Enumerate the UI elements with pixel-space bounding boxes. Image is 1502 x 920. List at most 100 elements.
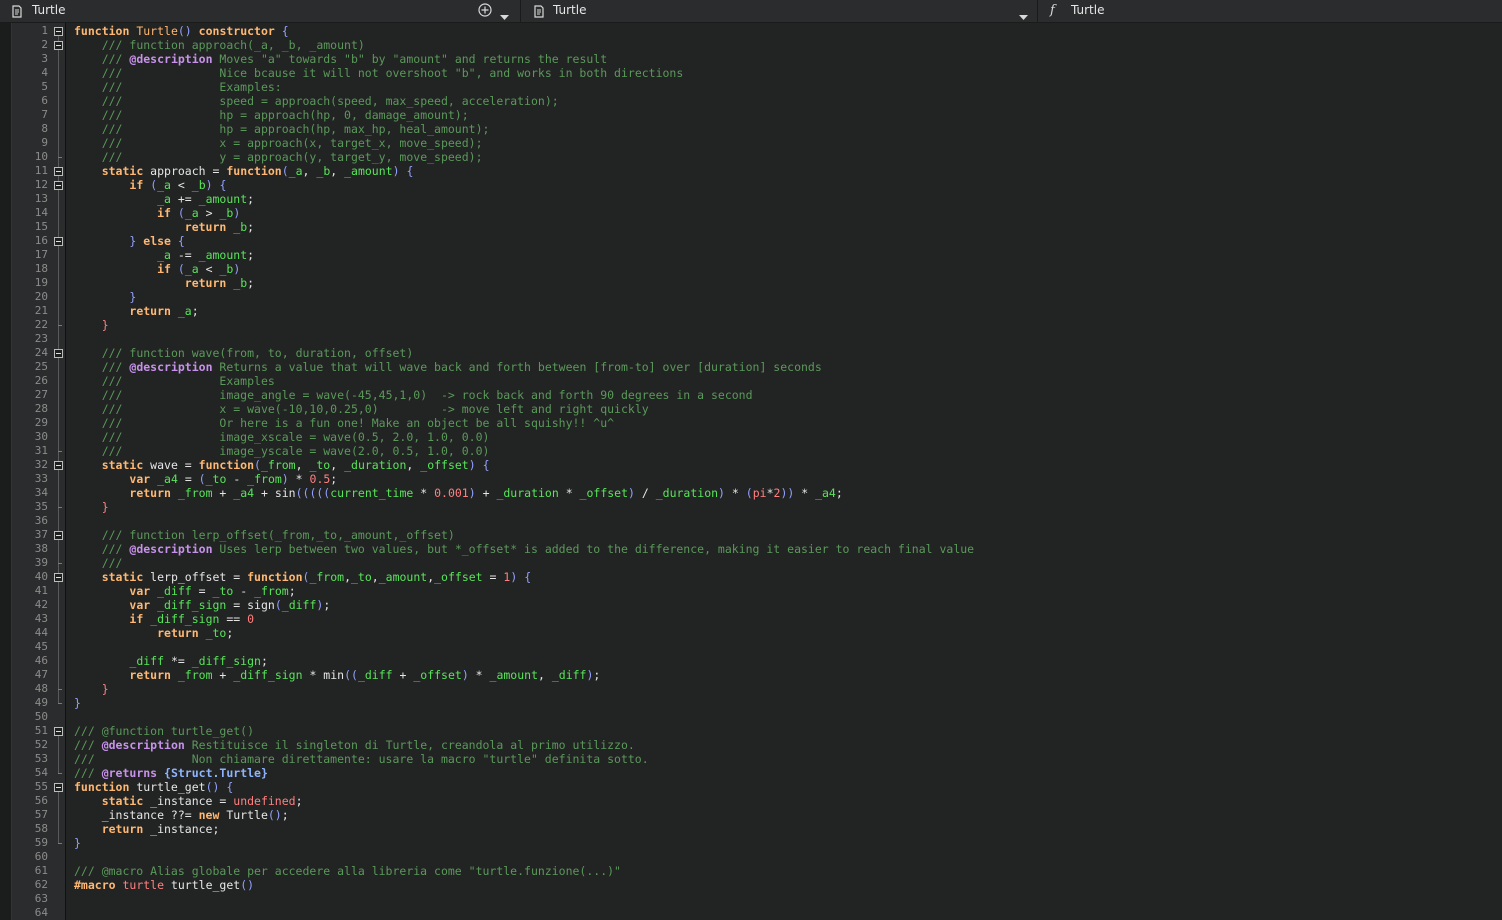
fold-toggle-icon[interactable]	[54, 727, 63, 736]
line-number: 9	[41, 136, 48, 149]
code-line[interactable]: /// function wave(from, to, duration, of…	[74, 346, 1502, 360]
code-line[interactable]: /// x = approach(x, target_x, move_speed…	[74, 136, 1502, 150]
fold-range-line	[58, 49, 59, 157]
fold-toggle-icon[interactable]	[54, 349, 63, 358]
code-line[interactable]: }	[74, 290, 1502, 304]
fold-toggle-icon[interactable]	[54, 237, 63, 246]
code-line[interactable]	[74, 514, 1502, 528]
line-number: 28	[34, 402, 48, 415]
code-line[interactable]: /// y = approach(y, target_y, move_speed…	[74, 150, 1502, 164]
code-line[interactable]: function turtle_get() {	[74, 780, 1502, 794]
line-number: 45	[34, 640, 48, 653]
fold-end-marker	[58, 689, 62, 690]
code-line[interactable]	[74, 710, 1502, 724]
code-line[interactable]: /// image_yscale = wave(2.0, 0.5, 1.0, 0…	[74, 444, 1502, 458]
code-line[interactable]: return _to;	[74, 626, 1502, 640]
code-line[interactable]: /// @description Moves "a" towards "b" b…	[74, 52, 1502, 66]
code-line[interactable]: /// @returns {Struct.Turtle}	[74, 766, 1502, 780]
function-label: Turtle	[1071, 3, 1105, 17]
code-text[interactable]: function Turtle() constructor { /// func…	[74, 24, 1502, 920]
code-line[interactable]: ///	[74, 556, 1502, 570]
code-line[interactable]: return _from + _a4 + sin(((((current_tim…	[74, 486, 1502, 500]
code-line[interactable]: static wave = function(_from, _to, _dura…	[74, 458, 1502, 472]
code-line[interactable]: if _diff_sign == 0	[74, 612, 1502, 626]
code-line[interactable]: /// @description Restituisce il singleto…	[74, 738, 1502, 752]
code-line[interactable]	[74, 906, 1502, 920]
code-line[interactable]: if (_a < _b) {	[74, 178, 1502, 192]
code-line[interactable]: /// function lerp_offset(_from,_to,_amou…	[74, 528, 1502, 542]
code-line[interactable]: return _from + _diff_sign * min((_diff +…	[74, 668, 1502, 682]
code-line[interactable]: static lerp_offset = function(_from,_to,…	[74, 570, 1502, 584]
line-number: 8	[41, 122, 48, 135]
code-line[interactable]: var _diff = _to - _from;	[74, 584, 1502, 598]
fold-toggle-icon[interactable]	[54, 783, 63, 792]
code-line[interactable]	[74, 332, 1502, 346]
line-number: 7	[41, 108, 48, 121]
code-line[interactable]: static _instance = undefined;	[74, 794, 1502, 808]
fold-toggle-icon[interactable]	[54, 27, 63, 36]
code-line[interactable]: /// @macro Alias globale per accedere al…	[74, 864, 1502, 878]
code-line[interactable]: }	[74, 500, 1502, 514]
fold-toggle-icon[interactable]	[54, 41, 63, 50]
fold-toggle-icon[interactable]	[54, 461, 63, 470]
function-selector[interactable]: f Turtle	[1038, 0, 1502, 22]
code-line[interactable]: /// Non chiamare direttamente: usare la …	[74, 752, 1502, 766]
code-line[interactable]: function Turtle() constructor {	[74, 24, 1502, 38]
code-line[interactable]: return _b;	[74, 220, 1502, 234]
line-number: 47	[34, 668, 48, 681]
code-line[interactable]: /// @description Uses lerp between two v…	[74, 542, 1502, 556]
line-number: 48	[34, 682, 48, 695]
code-line[interactable]: }	[74, 318, 1502, 332]
fold-toggle-icon[interactable]	[54, 181, 63, 190]
function-icon: f	[1050, 3, 1055, 18]
fold-toggle-icon[interactable]	[54, 573, 63, 582]
code-line[interactable]	[74, 892, 1502, 906]
line-number: 21	[34, 304, 48, 317]
code-line[interactable]: /// @description Returns a value that wi…	[74, 360, 1502, 374]
add-event-icon[interactable]	[478, 3, 492, 24]
code-line[interactable]: }	[74, 696, 1502, 710]
code-line[interactable]: #macro turtle turtle_get()	[74, 878, 1502, 892]
code-line[interactable]: /// Examples	[74, 374, 1502, 388]
code-line[interactable]: /// function approach(_a, _b, _amount)	[74, 38, 1502, 52]
code-line[interactable]: /// Examples:	[74, 80, 1502, 94]
code-line[interactable]	[74, 850, 1502, 864]
object-selector[interactable]: Turtle	[521, 0, 1037, 22]
script-tab[interactable]: Turtle	[0, 0, 520, 22]
code-line[interactable]: _a += _amount;	[74, 192, 1502, 206]
code-line[interactable]: /// hp = approach(hp, 0, damage_amount);	[74, 108, 1502, 122]
code-line[interactable]: var _diff_sign = sign(_diff);	[74, 598, 1502, 612]
fold-toggle-icon[interactable]	[54, 167, 63, 176]
code-line[interactable]: if (_a < _b)	[74, 262, 1502, 276]
code-line[interactable]: /// image_angle = wave(-45,45,1,0) -> ro…	[74, 388, 1502, 402]
code-line[interactable]: }	[74, 682, 1502, 696]
code-line[interactable]: return _b;	[74, 276, 1502, 290]
code-line[interactable]: /// Nice bcause it will not overshoot "b…	[74, 66, 1502, 80]
code-line[interactable]: if (_a > _b)	[74, 206, 1502, 220]
code-line[interactable]	[74, 640, 1502, 654]
code-line[interactable]: _diff *= _diff_sign;	[74, 654, 1502, 668]
fold-range-line	[58, 735, 59, 773]
code-line[interactable]: /// speed = approach(speed, max_speed, a…	[74, 94, 1502, 108]
line-number: 10	[34, 150, 48, 163]
code-line[interactable]: } else {	[74, 234, 1502, 248]
code-line[interactable]: static approach = function(_a, _b, _amou…	[74, 164, 1502, 178]
code-line[interactable]: /// hp = approach(hp, max_hp, heal_amoun…	[74, 122, 1502, 136]
code-line[interactable]: return _instance;	[74, 822, 1502, 836]
line-number: 41	[34, 584, 48, 597]
code-editor[interactable]: 1 2 3 4 5 6 7 8 9 10 11 12 13 14 15 16 17 18 19 20 21 22 23 24 2…	[0, 23, 1502, 920]
code-line[interactable]: return _a;	[74, 304, 1502, 318]
line-number: 42	[34, 598, 48, 611]
line-number: 60	[34, 850, 48, 863]
code-line[interactable]: var _a4 = (_to - _from) * 0.5;	[74, 472, 1502, 486]
line-number: 32	[34, 458, 48, 471]
fold-end-marker	[58, 325, 62, 326]
code-line[interactable]: _instance ??= new Turtle();	[74, 808, 1502, 822]
code-line[interactable]: _a -= _amount;	[74, 248, 1502, 262]
code-line[interactable]: /// image_xscale = wave(0.5, 2.0, 1.0, 0…	[74, 430, 1502, 444]
fold-toggle-icon[interactable]	[54, 531, 63, 540]
code-line[interactable]: /// x = wave(-10,10,0.25,0) -> move left…	[74, 402, 1502, 416]
code-line[interactable]: }	[74, 836, 1502, 850]
code-line[interactable]: /// @function turtle_get()	[74, 724, 1502, 738]
code-line[interactable]: /// Or here is a fun one! Make an object…	[74, 416, 1502, 430]
